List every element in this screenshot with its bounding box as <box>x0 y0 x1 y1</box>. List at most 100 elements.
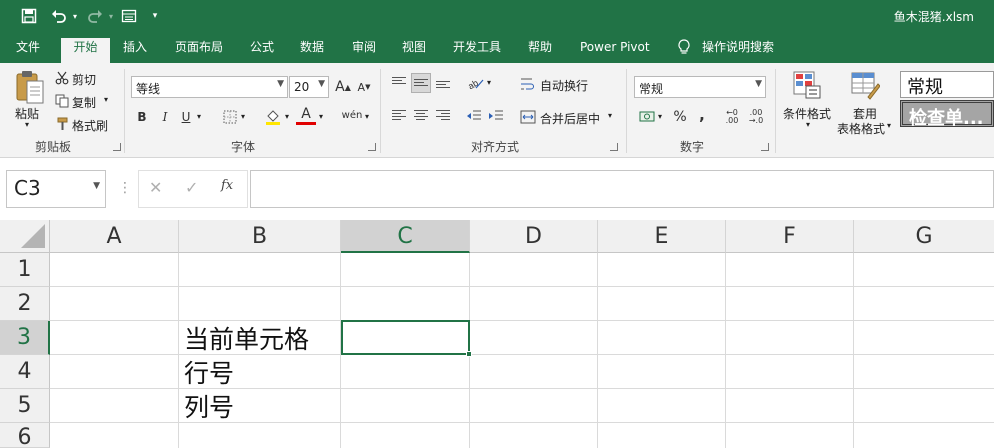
tab-home[interactable]: 开始 <box>61 38 110 63</box>
merge-center-icon[interactable] <box>518 107 538 127</box>
align-center-icon[interactable] <box>411 106 431 126</box>
wrap-text-icon[interactable] <box>518 74 538 94</box>
underline-button[interactable]: U <box>176 107 196 127</box>
alignment-launcher-icon[interactable] <box>610 143 618 151</box>
formula-input[interactable] <box>250 170 994 208</box>
cell-b4[interactable]: 行号 <box>184 357 234 391</box>
align-right-icon[interactable] <box>433 106 453 126</box>
tab-page-layout[interactable]: 页面布局 <box>175 39 223 63</box>
column-header-f[interactable]: F <box>726 220 854 253</box>
font-launcher-icon[interactable] <box>368 143 376 151</box>
name-box[interactable]: C3 ▼ <box>6 170 106 208</box>
cancel-icon[interactable]: ✕ <box>149 178 162 197</box>
form-icon[interactable] <box>118 6 140 26</box>
align-middle-icon[interactable] <box>411 73 431 93</box>
redo-icon[interactable] <box>84 6 106 26</box>
customize-toolbar-icon[interactable]: ▾ <box>148 6 162 26</box>
tab-file[interactable]: 文件 <box>16 39 40 63</box>
format-painter-icon[interactable] <box>52 114 72 134</box>
column-header-c[interactable]: C <box>341 220 470 253</box>
conditional-dropdown-icon[interactable]: ▾ <box>806 120 810 129</box>
row-header-1[interactable]: 1 <box>0 253 50 287</box>
tab-formulas[interactable]: 公式 <box>250 39 274 63</box>
style-normal[interactable]: 常规 <box>900 71 994 98</box>
paste-icon[interactable] <box>14 69 48 109</box>
number-format-select[interactable]: 常规 ▼ <box>634 76 766 98</box>
tab-view[interactable]: 视图 <box>402 39 426 63</box>
row-header-4[interactable]: 4 <box>0 355 50 389</box>
tab-help[interactable]: 帮助 <box>528 39 552 63</box>
border-dropdown-icon[interactable]: ▾ <box>241 112 245 121</box>
merge-dropdown-icon[interactable]: ▾ <box>608 111 612 120</box>
underline-dropdown-icon[interactable]: ▾ <box>197 112 201 121</box>
orientation-icon[interactable]: ab <box>466 73 486 93</box>
tab-power-pivot[interactable]: Power Pivot <box>580 39 650 63</box>
scissors-icon[interactable] <box>52 68 72 88</box>
accounting-dropdown-icon[interactable]: ▾ <box>658 112 662 121</box>
column-header-a[interactable]: A <box>50 220 179 253</box>
merge-center-button[interactable]: 合并后居中 <box>540 110 600 127</box>
lightbulb-icon[interactable] <box>677 39 691 63</box>
row-header-6[interactable]: 6 <box>0 423 50 448</box>
italic-button[interactable]: I <box>155 107 175 127</box>
cell-b3[interactable]: 当前单元格 <box>184 323 309 357</box>
font-name-select[interactable]: 等线 ▼ <box>131 76 288 98</box>
active-cell-c3[interactable] <box>341 320 472 357</box>
enter-icon[interactable]: ✓ <box>185 178 198 197</box>
accounting-format-icon[interactable] <box>637 107 657 127</box>
tab-insert[interactable]: 插入 <box>123 39 147 63</box>
font-color-dropdown-icon[interactable]: ▾ <box>319 112 323 121</box>
shrink-font-icon[interactable]: A ▼ <box>354 77 374 97</box>
format-as-table-icon[interactable] <box>850 70 882 102</box>
fill-color-icon[interactable] <box>263 107 283 127</box>
align-bottom-icon[interactable] <box>433 73 453 93</box>
phonetic-icon[interactable]: wén <box>340 105 364 125</box>
row-header-2[interactable]: 2 <box>0 287 50 321</box>
paste-dropdown-icon[interactable]: ▾ <box>25 120 29 129</box>
grow-font-icon[interactable]: A ▲ <box>333 77 353 97</box>
orientation-dropdown-icon[interactable]: ▾ <box>487 78 491 87</box>
insert-function-icon[interactable]: fx <box>221 178 233 193</box>
column-header-b[interactable]: B <box>179 220 341 253</box>
increase-indent-icon[interactable] <box>486 106 506 126</box>
undo-dropdown-icon[interactable]: ▾ <box>70 6 80 26</box>
row-header-3[interactable]: 3 <box>0 321 50 355</box>
column-header-d[interactable]: D <box>470 220 598 253</box>
copy-dropdown-icon[interactable]: ▾ <box>104 95 108 104</box>
bold-button[interactable]: B <box>132 107 152 127</box>
conditional-formatting-icon[interactable] <box>792 70 824 102</box>
cut-button[interactable]: 剪切 <box>72 71 96 88</box>
font-size-select[interactable]: 20 ▼ <box>289 76 329 98</box>
tab-data[interactable]: 数据 <box>300 39 324 63</box>
fill-color-dropdown-icon[interactable]: ▾ <box>285 112 289 121</box>
number-launcher-icon[interactable] <box>761 143 769 151</box>
copy-icon[interactable] <box>52 91 72 111</box>
align-top-icon[interactable] <box>389 73 409 93</box>
column-header-e[interactable]: E <box>598 220 726 253</box>
tab-review[interactable]: 审阅 <box>352 39 376 63</box>
wrap-text-button[interactable]: 自动换行 <box>540 77 588 94</box>
align-left-icon[interactable] <box>389 106 409 126</box>
border-icon[interactable] <box>220 107 240 127</box>
comma-style-button[interactable]: , <box>692 105 712 125</box>
undo-icon[interactable] <box>48 6 70 26</box>
fill-handle[interactable] <box>466 351 472 357</box>
increase-decimal-icon[interactable]: ←0.00 <box>722 107 742 127</box>
format-as-table-label-2[interactable]: 表格格式 <box>837 120 885 137</box>
format-as-table-dropdown-icon[interactable]: ▾ <box>887 121 891 130</box>
phonetic-dropdown-icon[interactable]: ▾ <box>365 112 369 121</box>
decrease-decimal-icon[interactable]: .00 →.0 <box>746 107 766 127</box>
clipboard-launcher-icon[interactable] <box>113 143 121 151</box>
row-header-5[interactable]: 5 <box>0 389 50 423</box>
column-header-g[interactable]: G <box>854 220 994 253</box>
save-icon[interactable] <box>18 6 40 26</box>
percent-button[interactable]: % <box>670 107 690 127</box>
copy-button[interactable]: 复制 <box>72 94 96 111</box>
style-check-cell[interactable]: 检查单... <box>900 100 994 129</box>
redo-dropdown-icon[interactable]: ▾ <box>106 6 116 26</box>
format-painter-button[interactable]: 格式刷 <box>72 117 108 134</box>
cell-b5[interactable]: 列号 <box>184 391 234 425</box>
tab-developer[interactable]: 开发工具 <box>453 39 501 63</box>
decrease-indent-icon[interactable] <box>464 106 484 126</box>
select-all-button[interactable] <box>0 220 50 253</box>
